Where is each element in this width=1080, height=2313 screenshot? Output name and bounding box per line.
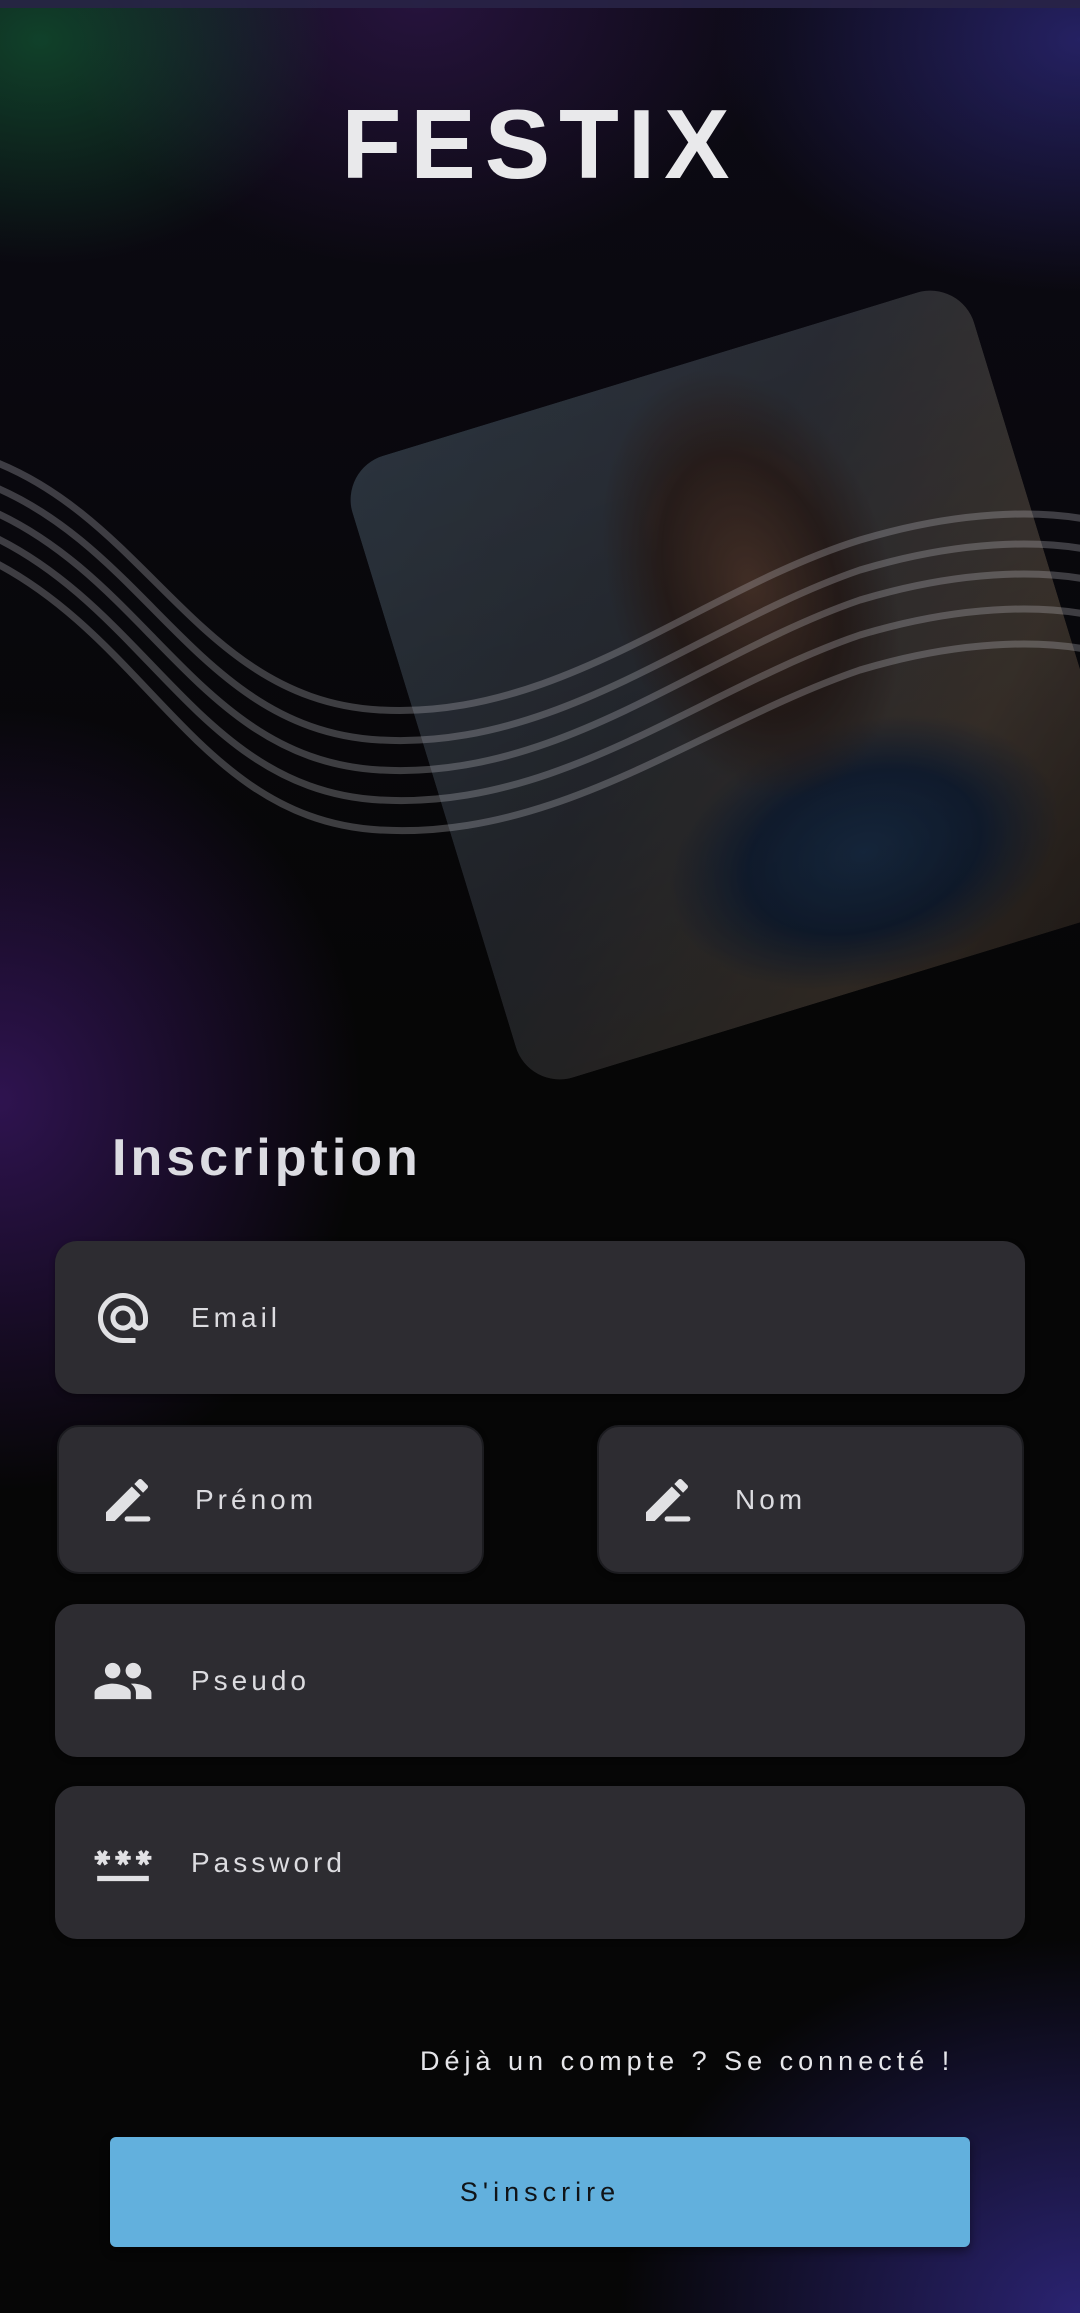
pencil-icon xyxy=(635,1468,699,1532)
email-field[interactable] xyxy=(55,1241,1025,1394)
signup-button[interactable]: S'inscrire xyxy=(110,2137,970,2247)
password-input[interactable] xyxy=(189,1786,995,1939)
username-field[interactable] xyxy=(55,1604,1025,1757)
lastname-input[interactable] xyxy=(733,1427,992,1572)
decorative-waves xyxy=(0,460,1080,835)
password-field[interactable] xyxy=(55,1786,1025,1939)
login-link[interactable]: Déjà un compte ? Se connecté ! xyxy=(420,2046,954,2077)
username-input[interactable] xyxy=(189,1604,995,1757)
pencil-icon xyxy=(95,1468,159,1532)
at-sign-icon xyxy=(91,1286,155,1350)
firstname-input[interactable] xyxy=(193,1427,452,1572)
password-icon xyxy=(91,1831,155,1895)
email-input[interactable] xyxy=(189,1241,995,1394)
firstname-field[interactable] xyxy=(57,1425,484,1574)
people-icon xyxy=(91,1649,155,1713)
lastname-field[interactable] xyxy=(597,1425,1024,1574)
status-bar-strip xyxy=(0,0,1080,8)
form-title: Inscription xyxy=(112,1129,422,1187)
app-title: FESTIX xyxy=(341,89,739,199)
